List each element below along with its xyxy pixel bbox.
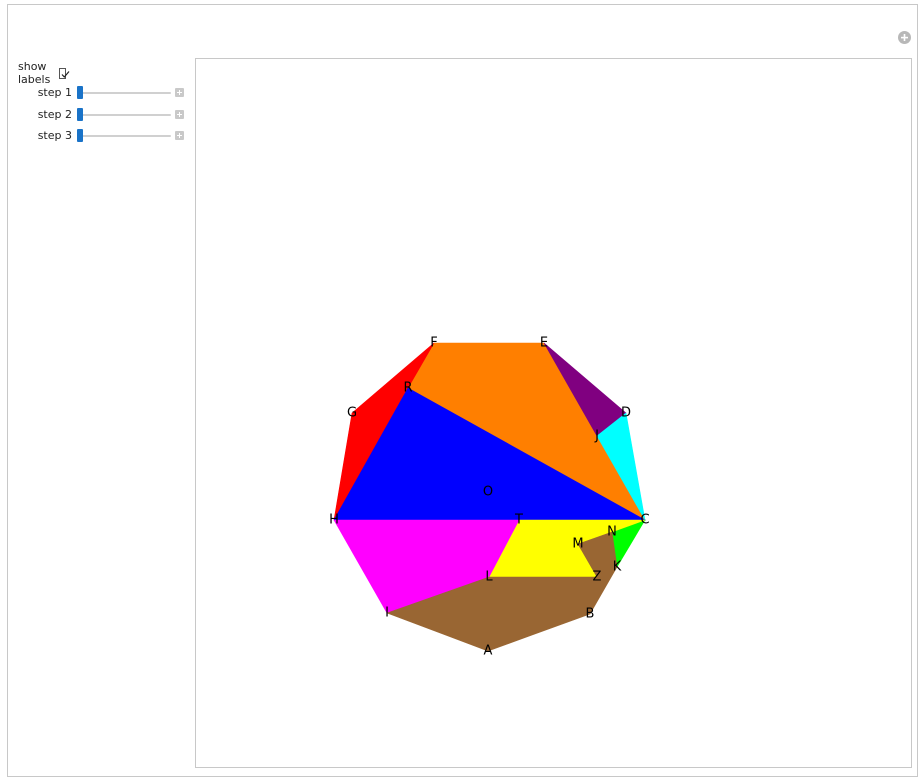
point-label-B: B — [586, 607, 595, 622]
point-label-N: N — [607, 525, 617, 540]
point-label-A: A — [484, 644, 493, 659]
point-label-Z: Z — [593, 570, 602, 585]
point-label-E: E — [540, 336, 548, 351]
point-label-J: J — [594, 429, 599, 444]
point-label-R: R — [403, 381, 412, 396]
point-label-K: K — [613, 560, 622, 575]
point-label-H: H — [329, 513, 339, 528]
point-label-D: D — [621, 406, 631, 421]
nonagon-dissection-diagram: F E D J C N M KZ B A I L T H G R O — [329, 336, 649, 659]
point-label-O: O — [483, 485, 493, 500]
point-label-M: M — [572, 537, 583, 552]
point-label-G: G — [347, 406, 357, 421]
point-label-I: I — [385, 606, 389, 621]
point-label-T: T — [514, 513, 523, 528]
point-label-C: C — [640, 513, 649, 528]
point-label-F: F — [430, 336, 437, 351]
point-label-L: L — [485, 570, 493, 585]
